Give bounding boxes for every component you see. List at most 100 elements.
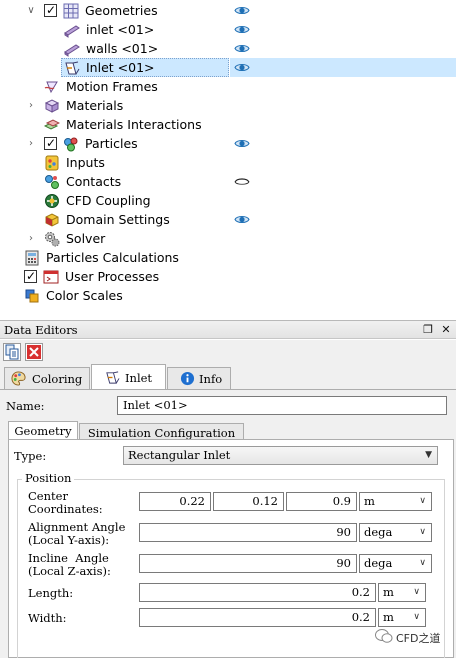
type-select-value: Rectangular Inlet [128, 448, 231, 462]
incline-unit-select[interactable]: dega ∨ [359, 554, 432, 573]
model-tree: ∨ ✓ Geometries inlet <01> walls <01> Inl… [0, 0, 456, 318]
contacts-icon [45, 175, 59, 189]
tree-item-label: Solver [66, 231, 106, 246]
solver-icon [45, 232, 60, 247]
eye-icon[interactable] [234, 137, 250, 150]
alignment-unit-value: dega [364, 525, 393, 539]
tree-item-materials-interactions[interactable]: Materials Interactions [0, 115, 456, 134]
color-scales-icon [25, 289, 39, 303]
data-editors-title: Data Editors [4, 323, 78, 337]
watermark-text: CFD之道 [396, 632, 441, 645]
copy-button[interactable] [3, 343, 21, 361]
particles-checkbox[interactable]: ✓ [44, 136, 57, 150]
tab-label: Inlet [125, 371, 153, 385]
eye-icon[interactable] [234, 213, 250, 226]
cfd-coupling-icon [45, 194, 59, 208]
materials-interactions-icon [44, 119, 60, 130]
chevron-down-icon: ∨ [419, 558, 426, 568]
editor-toolbar [0, 340, 456, 364]
tree-item-particles-calculations[interactable]: Particles Calculations [0, 248, 456, 267]
tree-item-label: Materials [66, 98, 124, 113]
length-unit-value: m [383, 585, 394, 599]
tree-item-inlet-selected[interactable]: Inlet <01> [0, 58, 456, 77]
incline-label-line2: (Local Z-axis): [28, 564, 111, 578]
name-label: Name: [6, 399, 45, 413]
alignment-unit-select[interactable]: dega ∨ [359, 523, 432, 542]
tab-label: Info [199, 372, 223, 386]
center-unit-select[interactable]: m ∨ [359, 492, 432, 511]
inlet-icon [65, 61, 80, 75]
tree-item-label: walls <01> [86, 41, 159, 56]
motion-frames-icon [44, 81, 58, 94]
geometry-bar-icon [64, 44, 80, 57]
tree-item-user-processes[interactable]: ✓ User Processes [0, 267, 456, 286]
name-input[interactable]: Inlet <01> [117, 396, 447, 415]
center-unit-value: m [364, 494, 375, 508]
width-input[interactable]: 0.2 [139, 608, 376, 627]
chevron-right-icon[interactable]: › [26, 229, 36, 248]
palette-icon [11, 371, 26, 386]
materials-icon [44, 99, 60, 113]
tree-item-label: CFD Coupling [66, 193, 151, 208]
selection-highlight-extension [230, 58, 456, 77]
center-z-input[interactable]: 0.9 [286, 492, 357, 511]
incline-angle-input[interactable]: 90 [139, 554, 357, 573]
tree-item-label: Inlet <01> [86, 60, 155, 75]
tree-item-inlet-geometry[interactable]: inlet <01> [0, 20, 456, 39]
tree-item-inputs[interactable]: Inputs [0, 153, 456, 172]
tree-item-geometries[interactable]: ∨ ✓ Geometries [0, 1, 456, 20]
length-unit-select[interactable]: m ∨ [378, 583, 426, 602]
inlet-icon [106, 371, 120, 384]
tree-item-color-scales[interactable]: Color Scales [0, 286, 456, 305]
chevron-down-icon: ∨ [413, 612, 420, 622]
tab-info[interactable]: Info [167, 367, 231, 389]
tree-item-particles[interactable]: › ✓ Particles [0, 134, 456, 153]
chevron-down-icon: ∨ [419, 496, 426, 506]
chevron-right-icon[interactable]: › [26, 134, 36, 153]
wechat-icon [375, 629, 393, 643]
tree-item-solver[interactable]: › Solver [0, 229, 456, 248]
tab-coloring[interactable]: Coloring [4, 367, 90, 389]
type-select[interactable]: Rectangular Inlet ▼ [123, 446, 438, 465]
tree-item-label: User Processes [65, 269, 160, 284]
alignment-label-line2: (Local Y-axis): [28, 533, 110, 547]
tree-item-materials[interactable]: › Materials [0, 96, 456, 115]
tree-item-cfd-coupling[interactable]: CFD Coupling [0, 191, 456, 210]
tree-item-contacts[interactable]: Contacts [0, 172, 456, 191]
tab-inlet[interactable]: Inlet [91, 364, 166, 389]
restore-icon[interactable]: ❐ [421, 323, 435, 337]
tree-item-label: Contacts [66, 174, 122, 189]
tree-item-label: Inputs [66, 155, 105, 170]
info-icon [180, 371, 195, 386]
copy-icon [5, 344, 19, 360]
tree-item-domain-settings[interactable]: Domain Settings [0, 210, 456, 229]
width-label: Width: [28, 611, 67, 625]
geometries-icon [63, 3, 79, 19]
delete-button[interactable] [25, 343, 43, 361]
tree-item-label: Domain Settings [66, 212, 170, 227]
user-processes-checkbox[interactable]: ✓ [24, 269, 37, 283]
chevron-down-icon: ∨ [419, 527, 426, 537]
eye-icon[interactable] [234, 4, 250, 17]
tree-item-walls-geometry[interactable]: walls <01> [0, 39, 456, 58]
eye-icon[interactable] [234, 61, 250, 74]
center-x-input[interactable]: 0.22 [139, 492, 211, 511]
tab-label: Coloring [32, 372, 83, 386]
chevron-down-icon: ▼ [425, 450, 432, 460]
alignment-angle-input[interactable]: 90 [139, 523, 357, 542]
eye-closed-icon[interactable] [234, 175, 250, 188]
delete-icon [27, 345, 41, 359]
geometries-checkbox[interactable]: ✓ [44, 3, 57, 17]
chevron-down-icon[interactable]: ∨ [26, 1, 36, 20]
tree-item-label: Particles Calculations [46, 250, 179, 265]
data-editors-title-bar: Data Editors ❐ ✕ [0, 320, 456, 339]
close-icon[interactable]: ✕ [439, 323, 453, 337]
eye-icon[interactable] [234, 42, 250, 55]
center-y-input[interactable]: 0.12 [213, 492, 284, 511]
eye-icon[interactable] [234, 23, 250, 36]
tree-item-motion-frames[interactable]: Motion Frames [0, 77, 456, 96]
incline-unit-value: dega [364, 556, 393, 570]
chevron-right-icon[interactable]: › [26, 96, 36, 115]
length-input[interactable]: 0.2 [139, 583, 376, 602]
width-unit-select[interactable]: m ∨ [378, 608, 426, 627]
